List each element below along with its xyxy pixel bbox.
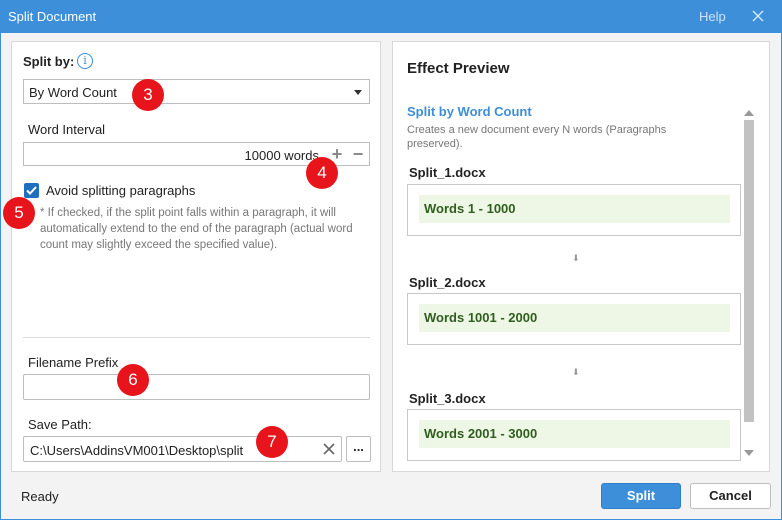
step-badge: 6 (117, 364, 149, 396)
file-name: Split_3.docx (409, 391, 486, 406)
file-card: Words 1001 - 2000 (407, 293, 741, 345)
step-badge: 7 (256, 426, 288, 458)
word-interval-value: 10000 words (244, 148, 319, 163)
down-arrow-icon: ⬇ (572, 367, 580, 377)
window-title: Split Document (8, 9, 97, 24)
preview-subtitle: Split by Word Count (407, 104, 532, 119)
file-range: Words 1 - 1000 (419, 195, 730, 223)
split-by-dropdown[interactable]: By Word Count (23, 79, 370, 104)
cancel-button[interactable]: Cancel (690, 483, 771, 509)
file-range: Words 1001 - 2000 (419, 304, 730, 332)
clear-icon[interactable] (322, 442, 336, 456)
down-arrow-icon: ⬇ (572, 253, 580, 263)
step-badge: 3 (132, 79, 164, 111)
avoid-splitting-note: * If checked, if the split point falls w… (40, 207, 353, 251)
close-icon[interactable] (750, 8, 766, 24)
avoid-splitting-label: Avoid splitting paragraphs (46, 183, 196, 198)
file-name: Split_2.docx (409, 275, 486, 290)
save-path-label: Save Path: (28, 417, 92, 432)
filename-prefix-label: Filename Prefix (28, 355, 119, 370)
preview-scrollbar[interactable] (743, 106, 755, 456)
chevron-down-icon (354, 90, 362, 95)
file-name: Split_1.docx (409, 165, 486, 180)
preview-description: Creates a new document every N words (Pa… (407, 124, 667, 150)
browse-button[interactable]: ... (346, 436, 371, 462)
info-icon[interactable]: i (77, 53, 93, 69)
help-link[interactable]: Help (699, 9, 726, 24)
split-button[interactable]: Split (601, 483, 681, 509)
checkmark-icon (26, 186, 37, 195)
scroll-up-icon[interactable] (744, 110, 754, 116)
file-card: Words 1 - 1000 (407, 184, 741, 236)
save-path-value: C:\Users\AddinsVM001\Desktop\split (30, 443, 244, 458)
scroll-thumb[interactable] (744, 120, 754, 422)
file-card: Words 2001 - 3000 (407, 409, 741, 461)
save-path-input[interactable]: C:\Users\AddinsVM001\Desktop\split (23, 436, 342, 462)
word-interval-label: Word Interval (28, 122, 106, 137)
minus-icon[interactable]: − (350, 145, 366, 163)
scroll-down-icon[interactable] (744, 450, 754, 456)
split-by-label: Split by: (23, 54, 75, 69)
status-text: Ready (21, 489, 59, 504)
file-range: Words 2001 - 3000 (419, 420, 730, 448)
step-badge: 4 (306, 157, 338, 189)
split-by-value: By Word Count (29, 85, 117, 100)
step-badge: 5 (3, 197, 35, 229)
preview-title: Effect Preview (407, 60, 510, 77)
settings-panel: Split by: i By Word Count Word Interval … (11, 41, 381, 472)
filename-prefix-input[interactable] (23, 374, 370, 400)
title-bar: Split Document Help (0, 0, 782, 33)
effect-preview-panel: Effect Preview Split by Word Count Creat… (392, 41, 770, 472)
avoid-splitting-checkbox[interactable] (24, 183, 39, 198)
divider (23, 337, 370, 338)
